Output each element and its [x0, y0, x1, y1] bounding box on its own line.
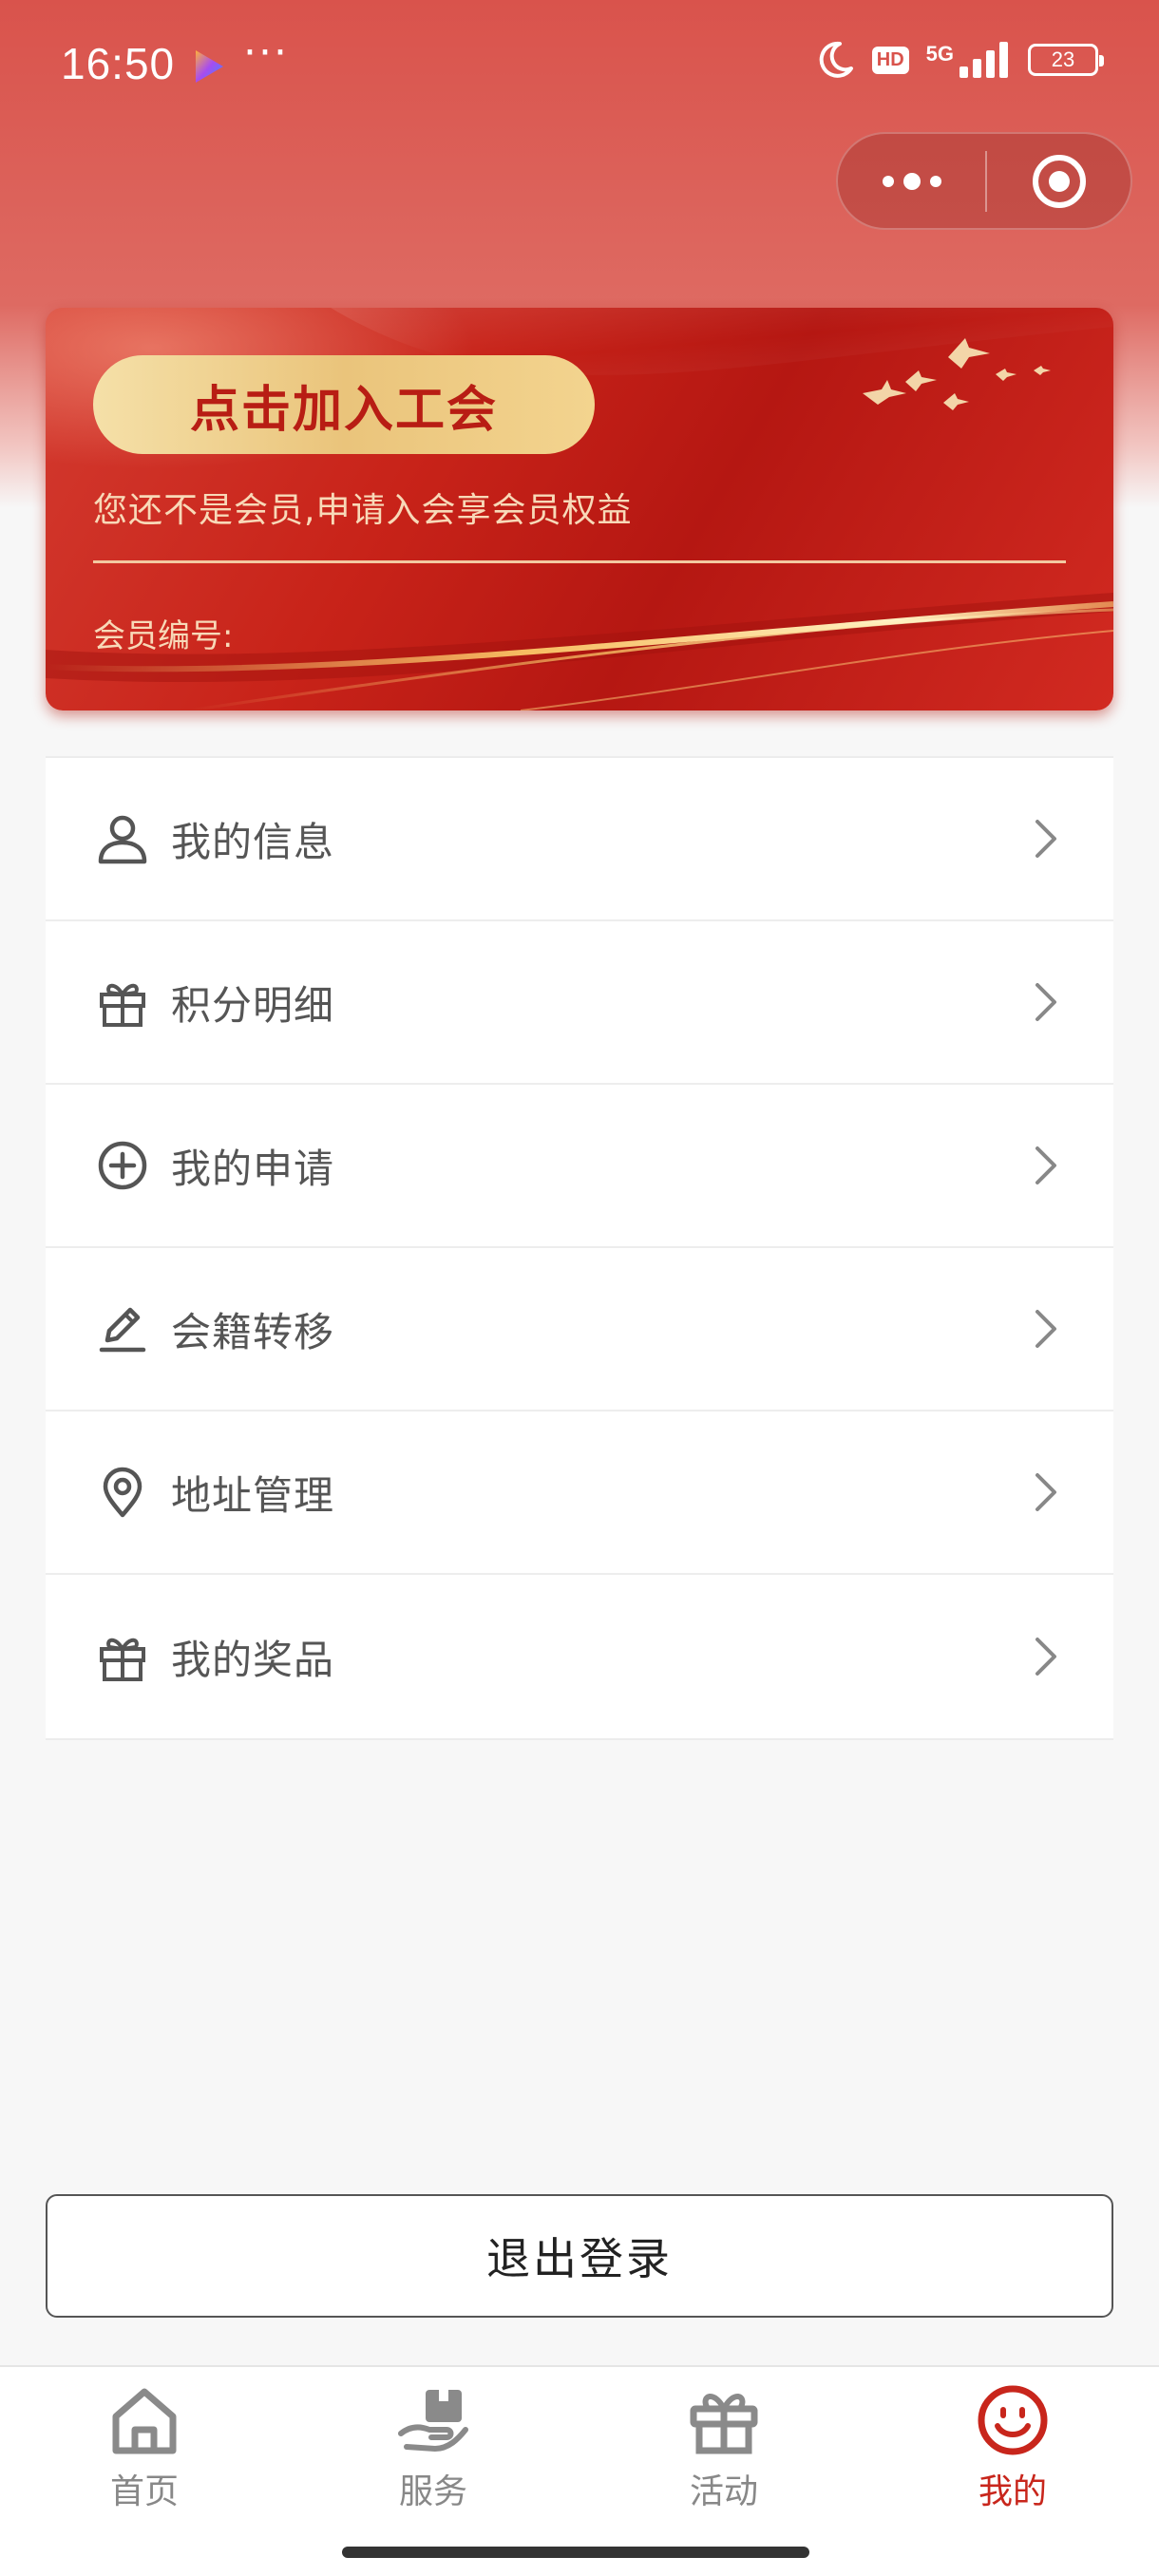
- chevron-right-icon: [1036, 1473, 1056, 1511]
- menu-item-label: 我的申请: [171, 1145, 335, 1192]
- tab-label: 首页: [109, 2472, 179, 2511]
- gift-icon: [95, 1629, 150, 1684]
- menu-item-my-info[interactable]: 我的信息: [46, 758, 1113, 921]
- menu-item-address-management[interactable]: 地址管理: [46, 1411, 1113, 1575]
- hd-badge: HD: [871, 46, 909, 74]
- menu-item-label: 积分明细: [171, 981, 335, 1029]
- chevron-right-icon: [1036, 983, 1056, 1021]
- chevron-right-icon: [1036, 1310, 1056, 1348]
- page: 16:50 ··· HD 5G 23 点击加入工会 您还不是会员,申请入会享会员…: [0, 0, 1159, 2576]
- more-dot-icon: [882, 175, 894, 187]
- network-type-label: 5G: [925, 42, 954, 66]
- play-app-icon: [196, 50, 223, 83]
- menu-item-label: 会籍转移: [171, 1308, 335, 1355]
- member-card: 点击加入工会 您还不是会员,申请入会享会员权益 会员编号:: [46, 308, 1113, 710]
- join-union-button[interactable]: 点击加入工会: [93, 355, 595, 454]
- tab-label: 服务: [398, 2472, 467, 2511]
- target-circle-icon: [1032, 154, 1086, 208]
- close-miniprogram-button[interactable]: [987, 134, 1130, 228]
- menu-item-points-detail[interactable]: 积分明细: [46, 921, 1113, 1085]
- gift-icon: [95, 975, 150, 1030]
- more-dot-icon: [929, 175, 941, 187]
- smiley-icon: [978, 2385, 1048, 2455]
- home-icon: [112, 2388, 177, 2454]
- status-more-dots: ···: [243, 28, 289, 77]
- bottom-tab-bar: 首页 服务 活动 我的: [0, 2365, 1159, 2576]
- logout-button[interactable]: 退出登录: [46, 2194, 1113, 2318]
- tab-services[interactable]: 服务: [338, 2384, 528, 2536]
- card-divider: [93, 560, 1066, 563]
- status-indicators: HD 5G 23: [815, 40, 1104, 80]
- battery-indicator: 23: [1028, 44, 1104, 76]
- chevron-right-icon: [1036, 1146, 1056, 1184]
- home-indicator[interactable]: [342, 2547, 809, 2558]
- signal-bars-icon: [960, 42, 1008, 78]
- card-subtitle: 您还不是会员,申请入会享会员权益: [93, 491, 633, 530]
- service-hand-icon: [398, 2390, 468, 2452]
- more-menu-button[interactable]: [838, 134, 985, 228]
- gift-box-icon: [690, 2394, 758, 2454]
- tab-mine[interactable]: 我的: [918, 2384, 1108, 2536]
- menu-item-label: 我的奖品: [171, 1636, 335, 1683]
- signal-group: 5G: [926, 42, 1011, 78]
- tab-activities[interactable]: 活动: [629, 2384, 819, 2536]
- menu-item-my-applications[interactable]: 我的申请: [46, 1085, 1113, 1248]
- tab-label: 活动: [689, 2472, 758, 2511]
- tab-home[interactable]: 首页: [49, 2384, 239, 2536]
- more-dot-icon: [902, 172, 921, 190]
- chevron-right-icon: [1036, 820, 1056, 858]
- menu-list: 我的信息 积分明细 我的申请 会籍转移 地址管理 我的奖品: [46, 756, 1113, 1740]
- chevron-right-icon: [1036, 1638, 1056, 1676]
- user-icon: [95, 811, 150, 866]
- location-pin-icon: [95, 1465, 150, 1520]
- plus-circle-icon: [95, 1138, 150, 1193]
- status-time: 16:50: [61, 39, 176, 88]
- menu-item-label: 地址管理: [171, 1471, 335, 1519]
- menu-item-my-prizes[interactable]: 我的奖品: [46, 1575, 1113, 1738]
- member-number-label: 会员编号:: [93, 617, 234, 655]
- moon-icon: [819, 41, 853, 78]
- pencil-icon: [95, 1301, 150, 1356]
- tab-label: 我的: [978, 2472, 1047, 2511]
- status-bar: 16:50 ··· HD 5G 23: [0, 0, 1159, 133]
- menu-item-membership-transfer[interactable]: 会籍转移: [46, 1248, 1113, 1411]
- battery-level: 23: [1051, 47, 1075, 71]
- miniprogram-capsule: [836, 132, 1132, 230]
- menu-item-label: 我的信息: [171, 818, 335, 865]
